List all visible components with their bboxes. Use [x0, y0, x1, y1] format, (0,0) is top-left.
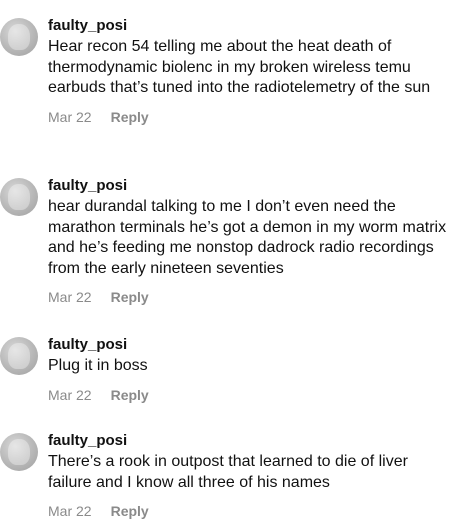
comment-date: Mar 22 [48, 289, 92, 305]
comment-text: Hear recon 54 telling me about the heat … [48, 38, 431, 96]
comment-date: Mar 22 [48, 386, 92, 403]
comment-meta: Mar 22 Reply [48, 288, 449, 306]
comment-meta: Mar 22 Reply [48, 386, 449, 404]
avatar[interactable] [0, 18, 38, 56]
reply-button[interactable]: Reply [111, 108, 149, 126]
comment-meta: Mar 22 Reply [48, 108, 449, 126]
comment-text: Plug it in boss [48, 357, 148, 374]
comment-username[interactable]: faulty_posi [48, 16, 449, 36]
comment-username[interactable]: faulty_posi [48, 335, 449, 355]
comment-date: Mar 22 [48, 108, 92, 125]
reply-button[interactable]: Reply [111, 288, 149, 306]
comment-date: Mar 22 [48, 503, 92, 519]
comment-body: faulty_posi Plug it in boss Mar 22 Reply [48, 335, 449, 404]
comment-username[interactable]: faulty_posi [48, 176, 449, 196]
reply-button[interactable]: Reply [111, 502, 149, 520]
comment-body: faulty_posi There’s a rook in outpost th… [48, 431, 449, 520]
comment-username[interactable]: faulty_posi [48, 431, 449, 451]
comment-body: faulty_posi Hear recon 54 telling me abo… [48, 16, 449, 126]
avatar[interactable] [0, 178, 38, 216]
comment-body: faulty_posi hear durandal talking to me … [48, 176, 449, 306]
reply-button[interactable]: Reply [111, 386, 149, 404]
avatar[interactable] [0, 433, 38, 471]
comment-text: There’s a rook in outpost that learned t… [48, 453, 408, 491]
comment-meta: Mar 22 Reply [48, 502, 449, 520]
comment-text: hear durandal talking to me I don’t even… [48, 198, 447, 277]
avatar[interactable] [0, 337, 38, 375]
